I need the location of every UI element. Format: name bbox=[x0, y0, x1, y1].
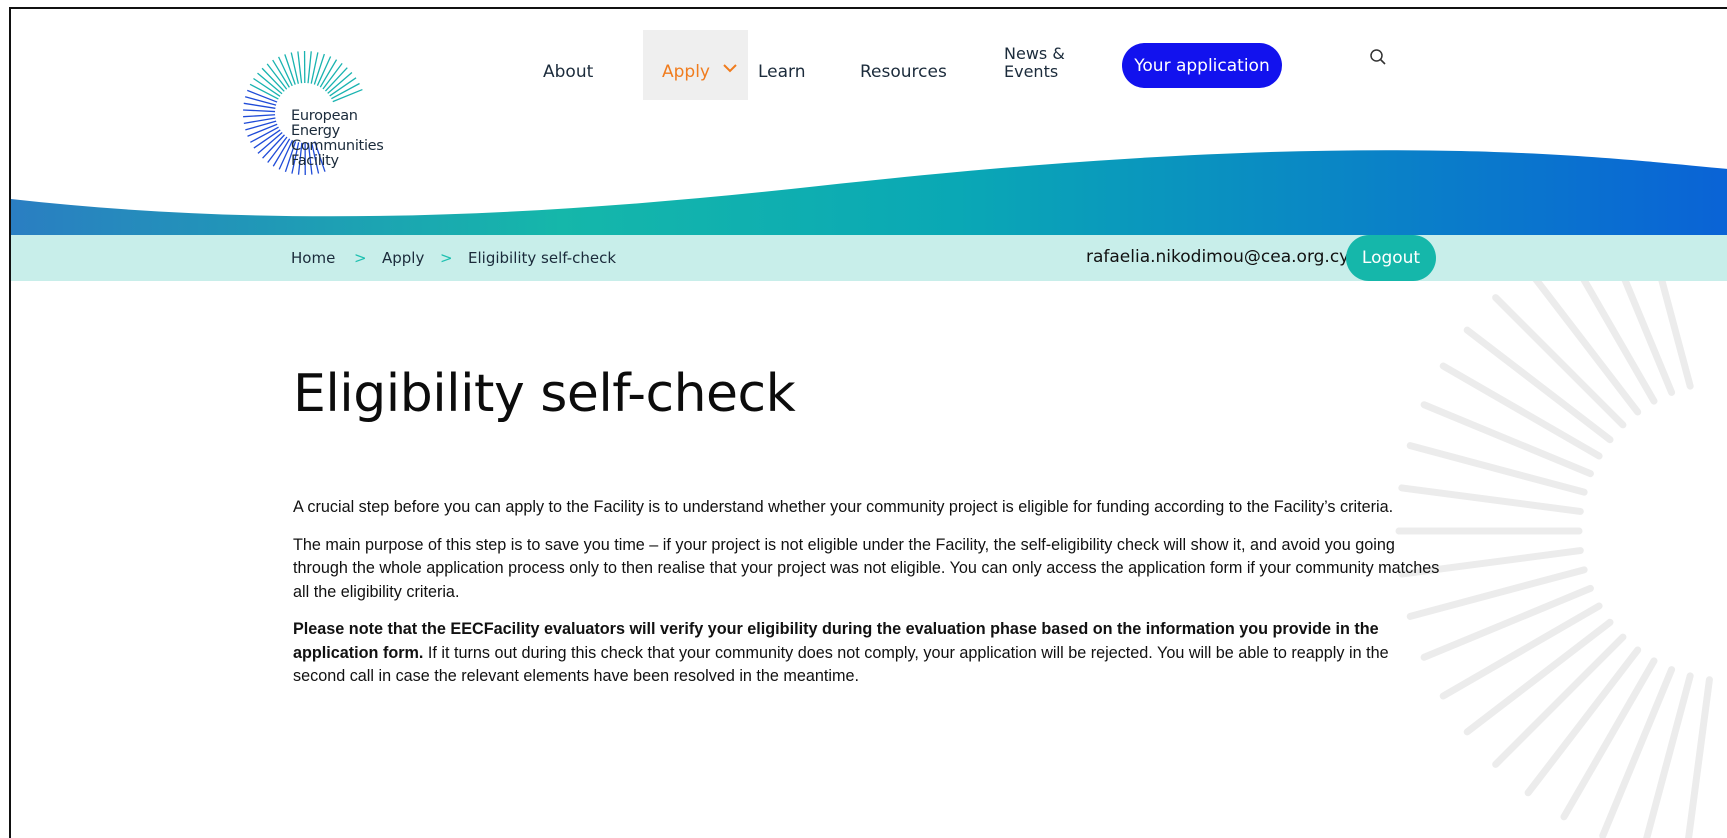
search-icon[interactable] bbox=[1369, 48, 1387, 66]
nav-item-about[interactable]: About bbox=[543, 62, 593, 82]
site-header: European Energy Communities Facility Abo… bbox=[11, 9, 1727, 235]
user-email: rafaelia.nikodimou@cea.org.cy bbox=[1086, 247, 1350, 267]
logo-line: Energy bbox=[291, 123, 340, 139]
page-title: Eligibility self-check bbox=[293, 364, 796, 424]
nav-events-line: Events bbox=[1004, 62, 1059, 81]
chevron-down-icon[interactable] bbox=[722, 62, 738, 74]
purpose-paragraph: The main purpose of this step is to save… bbox=[293, 535, 1440, 601]
breadcrumb-separator-icon: > bbox=[440, 249, 453, 267]
browser-page: European Energy Communities Facility Abo… bbox=[9, 7, 1727, 838]
logo-line: Communities bbox=[291, 138, 384, 154]
breadcrumb-separator-icon: > bbox=[354, 249, 367, 267]
logout-button[interactable]: Logout bbox=[1346, 235, 1436, 281]
note-text: If it turns out during this check that y… bbox=[293, 643, 1389, 686]
breadcrumb-bar: Home > Apply > Eligibility self-check ra… bbox=[11, 235, 1727, 281]
nav-news-line: News & bbox=[1004, 44, 1065, 63]
nav-item-resources[interactable]: Resources bbox=[860, 62, 947, 82]
breadcrumb-current: Eligibility self-check bbox=[468, 249, 617, 267]
breadcrumb-apply[interactable]: Apply bbox=[382, 249, 424, 267]
logo-line: European bbox=[291, 108, 358, 124]
intro-paragraph: A crucial step before you can apply to t… bbox=[293, 498, 1394, 516]
breadcrumb-home[interactable]: Home bbox=[291, 249, 335, 267]
your-application-button[interactable]: Your application bbox=[1122, 43, 1282, 88]
nav-item-apply[interactable]: Apply bbox=[662, 62, 710, 82]
nav-item-learn[interactable]: Learn bbox=[758, 62, 806, 82]
logo-text[interactable]: European Energy Communities Facility bbox=[291, 109, 384, 169]
logo-line: Facility bbox=[291, 153, 339, 169]
note-paragraph: Please note that the EECFacility evaluat… bbox=[293, 618, 1443, 689]
nav-item-news-events[interactable]: News & Events bbox=[1004, 45, 1065, 81]
page-content: A crucial step before you can apply to t… bbox=[293, 496, 1443, 703]
